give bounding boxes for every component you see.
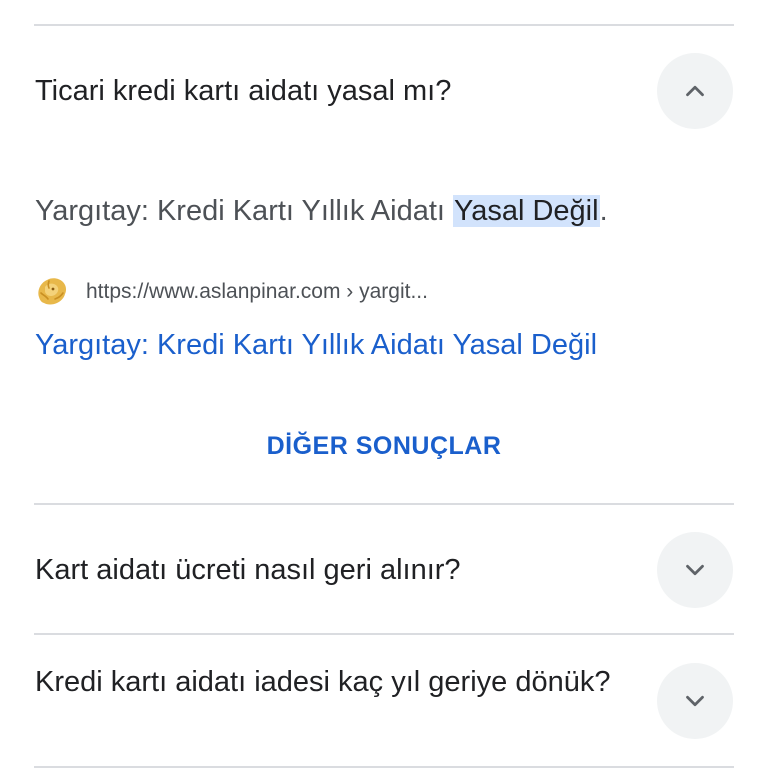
chevron-down-icon (686, 695, 704, 707)
divider (34, 633, 734, 635)
faq-question-3[interactable]: Kredi kartı aidatı iadesi kaç yıl geriye… (35, 664, 625, 700)
divider (34, 503, 734, 505)
collapse-button-1[interactable] (657, 53, 733, 129)
lion-logo-icon (38, 278, 67, 305)
expand-button-3[interactable] (657, 663, 733, 739)
chevron-up-icon (686, 85, 704, 97)
expand-button-2[interactable] (657, 532, 733, 608)
answer-text: Yargıtay: Kredi Kartı Yıllık Aidatı (35, 195, 454, 227)
faq-answer-1: Yargıtay: Kredi Kartı Yıllık Aidatı Yasa… (35, 192, 608, 230)
chevron-down-icon (686, 564, 704, 576)
faq-question-1[interactable]: Ticari kredi kartı aidatı yasal mı? (35, 73, 625, 109)
result-title-link[interactable]: Yargıtay: Kredi Kartı Yıllık Aidatı Yasa… (35, 326, 597, 364)
faq-panel: Ticari kredi kartı aidatı yasal mı? Yarg… (0, 0, 768, 768)
source-url[interactable]: https://www.aslanpinar.com › yargit... (86, 280, 428, 304)
more-results-button[interactable]: DİĞER SONUÇLAR (0, 432, 768, 461)
divider (34, 24, 734, 26)
answer-highlight: Yasal Değil (453, 195, 600, 227)
answer-suffix: . (599, 195, 608, 227)
faq-question-2[interactable]: Kart aidatı ücreti nasıl geri alınır? (35, 552, 625, 588)
source-row[interactable]: https://www.aslanpinar.com › yargit... (35, 274, 428, 310)
